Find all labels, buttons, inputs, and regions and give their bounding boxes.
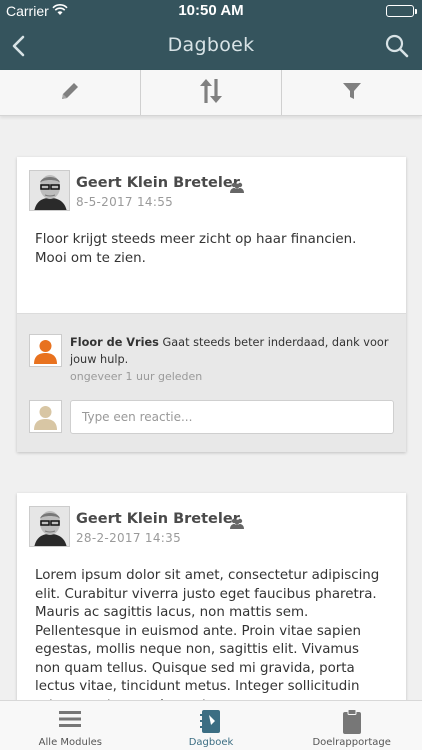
post-body: Floor krijgt steeds meer zicht op haar f… bbox=[35, 232, 357, 266]
diary-feed[interactable]: Geert Klein Breteler 8-5-2017 14:55 Floo… bbox=[0, 116, 422, 700]
reply-input[interactable]: Type een reactie... bbox=[70, 400, 394, 434]
tab-bar: Alle Modules Dagboek Doelrapportage bbox=[0, 700, 422, 750]
post-header: Geert Klein Breteler 28-2-2017 14:35 bbox=[17, 493, 406, 553]
diary-post: Geert Klein Breteler 8-5-2017 14:55 Floo… bbox=[17, 157, 406, 452]
post-body: Lorem ipsum dolor sit amet, consectetur … bbox=[35, 568, 380, 700]
navigation-bar: Dagboek bbox=[0, 22, 422, 70]
tab-dagboek[interactable]: Dagboek bbox=[141, 701, 282, 750]
filter-icon bbox=[341, 80, 363, 106]
group-icon bbox=[230, 514, 244, 533]
comment-time: ongeveer 1 uur geleden bbox=[70, 370, 203, 383]
group-icon bbox=[230, 178, 244, 197]
clock: 10:50 AM bbox=[178, 2, 244, 19]
reply-row: Type een reactie... bbox=[29, 400, 394, 434]
post-date: 28-2-2017 14:35 bbox=[76, 531, 181, 545]
post-header: Geert Klein Breteler 8-5-2017 14:55 bbox=[17, 157, 406, 217]
post-author[interactable]: Geert Klein Breteler bbox=[76, 175, 240, 191]
sort-icon bbox=[198, 77, 224, 109]
action-toolbar bbox=[0, 70, 422, 116]
author-avatar bbox=[29, 506, 70, 547]
battery-icon bbox=[386, 5, 417, 17]
new-entry-button[interactable] bbox=[0, 70, 141, 115]
menu-icon bbox=[58, 709, 82, 733]
filter-button[interactable] bbox=[282, 70, 422, 115]
comments-section: Floor de Vries Gaat steeds beter inderda… bbox=[17, 313, 406, 452]
diary-post: Geert Klein Breteler 28-2-2017 14:35 Lor… bbox=[17, 493, 406, 700]
tab-label: Doelrapportage bbox=[312, 737, 391, 748]
search-icon[interactable] bbox=[384, 33, 410, 59]
status-bar: Carrier 10:50 AM bbox=[0, 0, 422, 22]
sort-button[interactable] bbox=[141, 70, 282, 115]
tab-label: Alle Modules bbox=[38, 737, 102, 748]
post-author[interactable]: Geert Klein Breteler bbox=[76, 511, 240, 527]
pencil-icon bbox=[59, 80, 81, 106]
comment: Floor de Vries Gaat steeds beter inderda… bbox=[29, 334, 394, 390]
post-date: 8-5-2017 14:55 bbox=[76, 195, 174, 209]
clipboard-icon bbox=[342, 709, 362, 739]
tab-label: Dagboek bbox=[188, 737, 234, 748]
user-avatar bbox=[29, 400, 62, 433]
author-avatar bbox=[29, 170, 70, 211]
tab-doelrapportage[interactable]: Doelrapportage bbox=[281, 701, 422, 750]
notebook-icon bbox=[200, 709, 222, 739]
tab-alle-modules[interactable]: Alle Modules bbox=[0, 701, 141, 750]
commenter-avatar bbox=[29, 334, 62, 367]
comment-author[interactable]: Floor de Vries bbox=[70, 336, 159, 349]
page-title: Dagboek bbox=[167, 34, 255, 56]
